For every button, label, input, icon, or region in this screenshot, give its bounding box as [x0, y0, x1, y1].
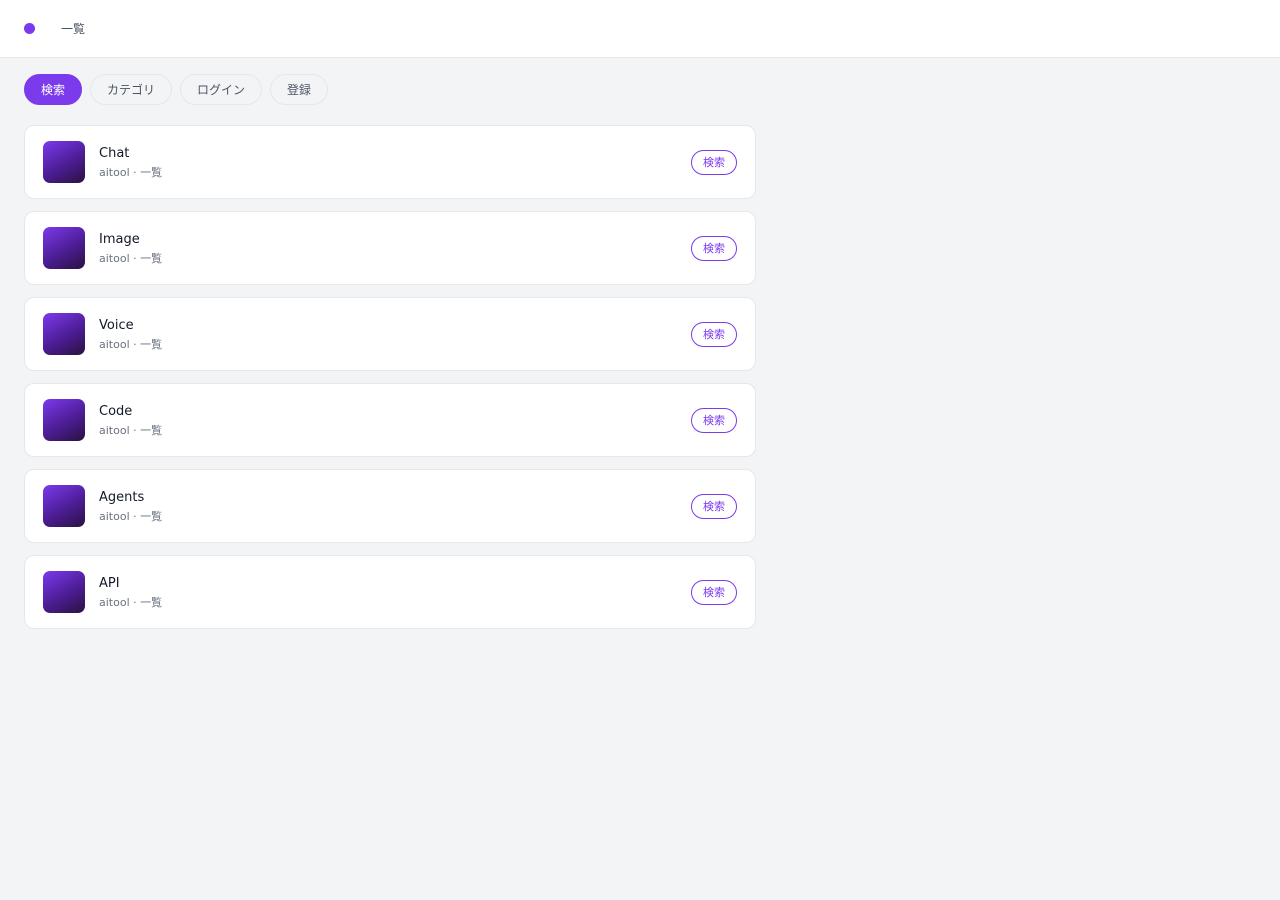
tab-category[interactable]: カテゴリ — [90, 74, 173, 105]
item-meta: aitool · 一覧 — [99, 596, 691, 610]
item-info: Chat aitool · 一覧 — [99, 145, 691, 180]
tool-thumbnail — [43, 227, 85, 269]
list-item[interactable]: Voice aitool · 一覧 検索 — [24, 297, 756, 371]
tool-thumbnail — [43, 399, 85, 441]
item-category: 一覧 — [140, 509, 163, 523]
item-meta: aitool · 一覧 — [99, 424, 691, 438]
item-search-button[interactable]: 検索 — [691, 321, 737, 347]
nav-link-list[interactable]: 一覧 — [61, 20, 85, 37]
tool-thumbnail — [43, 141, 85, 183]
tool-thumbnail — [43, 485, 85, 527]
tab-register[interactable]: 登録 — [270, 74, 329, 105]
item-category: 一覧 — [140, 423, 163, 437]
item-separator: · — [133, 423, 137, 437]
item-source: aitool — [99, 423, 130, 437]
item-category: 一覧 — [140, 251, 163, 265]
logo-icon[interactable] — [24, 23, 35, 34]
item-separator: · — [133, 595, 137, 609]
list-item[interactable]: Chat aitool · 一覧 検索 — [24, 125, 756, 199]
item-source: aitool — [99, 165, 130, 179]
item-separator: · — [133, 251, 137, 265]
item-source: aitool — [99, 337, 130, 351]
item-title: API — [99, 575, 120, 591]
item-title: Chat — [99, 145, 130, 161]
item-meta: aitool · 一覧 — [99, 252, 691, 266]
item-title: Voice — [99, 317, 134, 333]
list-item[interactable]: API aitool · 一覧 検索 — [24, 555, 756, 629]
item-separator: · — [133, 165, 137, 179]
item-separator: · — [133, 337, 137, 351]
item-meta: aitool · 一覧 — [99, 166, 691, 180]
item-info: Image aitool · 一覧 — [99, 231, 691, 266]
tool-list: Chat aitool · 一覧 検索 Image aitool · 一覧 検索… — [24, 125, 756, 629]
filter-tabs: 検索 カテゴリ ログイン 登録 — [0, 58, 1280, 105]
tool-thumbnail — [43, 571, 85, 613]
item-category: 一覧 — [140, 595, 163, 609]
item-category: 一覧 — [140, 337, 163, 351]
item-search-button[interactable]: 検索 — [691, 579, 737, 605]
item-info: Agents aitool · 一覧 — [99, 489, 691, 524]
item-search-button[interactable]: 検索 — [691, 493, 737, 519]
item-source: aitool — [99, 251, 130, 265]
item-title: Code — [99, 403, 133, 419]
item-meta: aitool · 一覧 — [99, 338, 691, 352]
list-item[interactable]: Code aitool · 一覧 検索 — [24, 383, 756, 457]
item-source: aitool — [99, 595, 130, 609]
list-item[interactable]: Image aitool · 一覧 検索 — [24, 211, 756, 285]
item-info: API aitool · 一覧 — [99, 575, 691, 610]
tab-login[interactable]: ログイン — [180, 74, 263, 105]
item-title: Image — [99, 231, 140, 247]
item-meta: aitool · 一覧 — [99, 510, 691, 524]
tool-thumbnail — [43, 313, 85, 355]
item-info: Code aitool · 一覧 — [99, 403, 691, 438]
item-search-button[interactable]: 検索 — [691, 407, 737, 433]
tab-search[interactable]: 検索 — [24, 74, 83, 105]
item-title: Agents — [99, 489, 145, 505]
item-search-button[interactable]: 検索 — [691, 149, 737, 175]
item-separator: · — [133, 509, 137, 523]
item-info: Voice aitool · 一覧 — [99, 317, 691, 352]
item-category: 一覧 — [140, 165, 163, 179]
item-search-button[interactable]: 検索 — [691, 235, 737, 261]
item-source: aitool — [99, 509, 130, 523]
top-bar: 一覧 — [0, 0, 1280, 58]
list-item[interactable]: Agents aitool · 一覧 検索 — [24, 469, 756, 543]
